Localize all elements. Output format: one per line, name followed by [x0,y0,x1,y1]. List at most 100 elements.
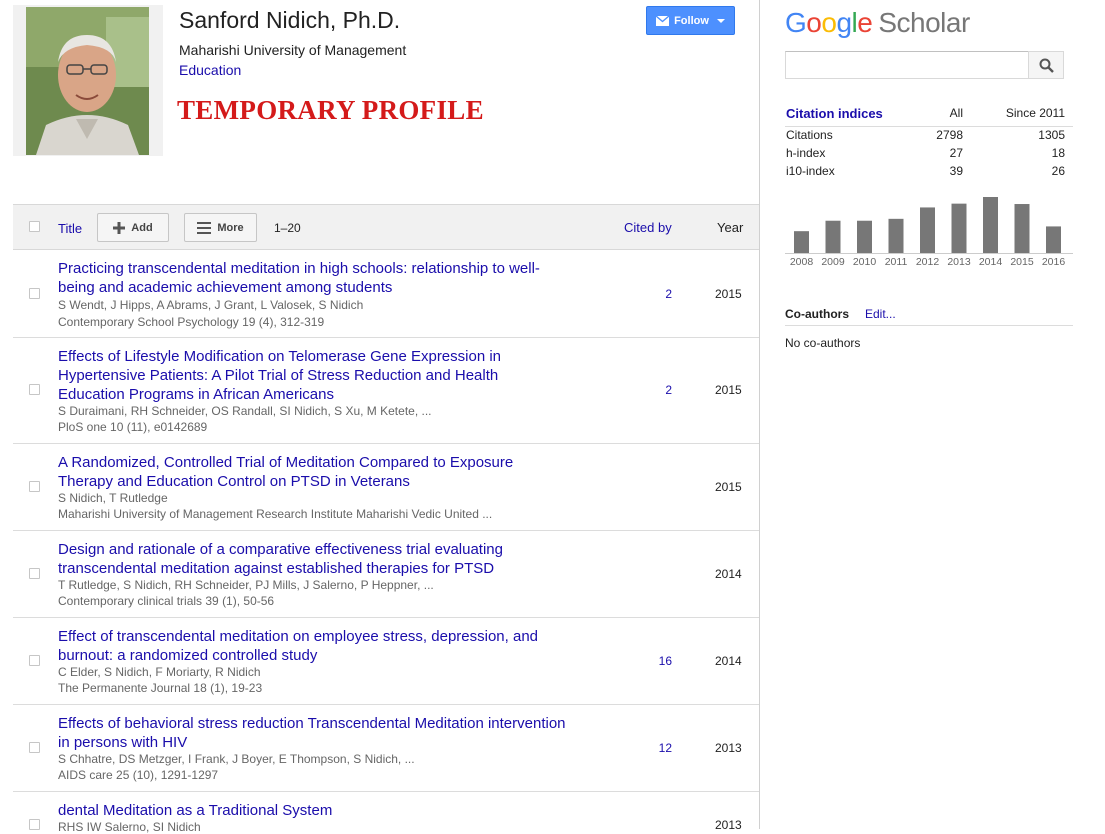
more-button[interactable]: More [184,213,257,242]
chart-bar-2015[interactable] [1014,204,1030,253]
chart-tick-label: 2016 [1042,256,1066,268]
row-checkbox[interactable] [29,655,40,666]
profile-name: Sanford Nidich, Ph.D. [179,7,401,33]
table-row: dental Meditation as a Traditional Syste… [13,792,759,834]
sort-by-year-link[interactable]: Year [717,220,743,235]
chart-bar-2013[interactable] [951,203,967,253]
logo-google: Google [785,7,873,38]
row-checkbox[interactable] [29,384,40,395]
chart-bar-2016[interactable] [1046,226,1061,253]
row-checkbox[interactable] [29,742,40,753]
table-row: Effect of transcendental meditation on e… [13,618,759,705]
follow-label: Follow [674,14,709,27]
article-authors: S Duraimani, RH Schneider, OS Randall, S… [58,404,432,418]
article-venue: Maharishi University of Management Resea… [58,507,493,521]
table-row: Design and rationale of a comparative ef… [13,531,759,618]
article-title-link[interactable]: Design and rationale of a comparative ef… [58,540,568,578]
article-cited-by-link[interactable]: 2 [665,383,672,397]
citation-since-value: 26 [1051,164,1065,178]
coauthors-empty-text: No co-authors [785,336,861,350]
chart-tick-label: 2011 [885,256,908,268]
articles-table-header: Title Add More 1–20 Cited by Year [13,204,759,250]
article-title-link[interactable]: Practicing transcendental meditation in … [58,259,568,297]
profile-affiliation: Maharishi University of Management [179,42,407,58]
search-button[interactable] [1028,51,1064,79]
article-venue: PloS one 10 (11), e0142689 [58,420,208,434]
article-title-link[interactable]: Effects of behavioral stress reduction T… [58,714,568,752]
chevron-down-icon [716,18,725,23]
column-divider [759,0,760,829]
article-cited-by-link[interactable]: 16 [659,654,672,668]
citation-all-value: 39 [949,164,963,178]
table-row: A Randomized, Controlled Trial of Medita… [13,444,759,531]
coauthors-edit-link[interactable]: Edit... [865,307,896,321]
logo-letters: Google [785,7,873,38]
article-authors: C Elder, S Nidich, F Moriarty, R Nidich [58,665,261,679]
row-checkbox[interactable] [29,819,40,830]
article-venue: Contemporary School Psychology 19 (4), 3… [58,315,325,329]
more-label: More [217,221,244,234]
logo-letter: G [785,7,807,38]
citation-all-value: 2798 [936,128,963,142]
citation-indices-title[interactable]: Citation indices [786,106,883,121]
article-cited-by-link[interactable]: 12 [659,741,672,755]
profile-field-link[interactable]: Education [179,62,241,78]
article-year: 2014 [715,654,742,668]
citation-all-value: 27 [949,146,963,160]
citation-label: h-index [786,146,826,160]
table-row: Effects of Lifestyle Modification on Tel… [13,338,759,444]
envelope-icon [656,15,670,26]
sort-by-title-link[interactable]: Title [58,221,82,236]
chart-tick-label: 2014 [979,256,1003,268]
citation-label: Citations [786,128,833,142]
article-authors: S Wendt, J Hipps, A Abrams, J Grant, L V… [58,298,364,312]
row-checkbox[interactable] [29,568,40,579]
citation-row-citations: Citations 2798 1305 [786,128,1065,142]
coauthors-header: Co-authors Edit... [785,305,1073,326]
table-row: Practicing transcendental meditation in … [13,250,759,338]
logo-letter: o [806,7,822,38]
menu-icon [197,221,212,234]
article-authors: S Nidich, T Rutledge [58,491,168,505]
article-year: 2013 [715,818,742,832]
chart-bar-2011[interactable] [888,218,904,253]
article-authors: RHS IW Salerno, SI Nidich [58,820,201,834]
logo-letter: o [821,7,837,38]
add-button[interactable]: Add [97,213,169,242]
article-title-link[interactable]: dental Meditation as a Traditional Syste… [58,801,568,820]
citation-label: i10-index [786,164,835,178]
google-scholar-logo[interactable]: Google Scholar [785,7,970,39]
chart-tick-label: 2009 [821,256,845,268]
logo-letter: e [857,7,873,38]
chart-bar-2009[interactable] [825,220,841,253]
chart-bar-2012[interactable] [920,207,935,253]
add-label: Add [131,221,153,234]
chart-bar-2010[interactable] [857,220,872,253]
chart-bar-2008[interactable] [794,231,809,253]
article-venue: AIDS care 25 (10), 1291-1297 [58,768,219,782]
citation-since-value: 1305 [1038,128,1065,142]
results-range: 1–20 [274,221,301,235]
article-title-link[interactable]: Effects of Lifestyle Modification on Tel… [58,347,568,404]
citation-row-i10-index: i10-index 39 26 [786,164,1065,178]
search-input[interactable] [785,51,1029,79]
chart-bar-2014[interactable] [983,197,998,253]
follow-button[interactable]: Follow [646,6,735,35]
coauthors-title: Co-authors [785,307,849,321]
chart-tick-label: 2015 [1010,256,1034,268]
article-title-link[interactable]: A Randomized, Controlled Trial of Medita… [58,453,568,491]
temporary-profile-banner: TEMPORARY PROFILE [177,95,484,125]
article-cited-by-link[interactable]: 2 [665,287,672,301]
row-checkbox[interactable] [29,288,40,299]
sort-by-cited-link[interactable]: Cited by [624,220,672,235]
profile-photo-image [26,7,149,155]
chart-tick-label: 2010 [853,256,877,268]
citation-indices-header: Citation indices All Since 2011 [785,105,1073,127]
row-checkbox[interactable] [29,481,40,492]
article-venue: The Permanente Journal 18 (1), 19-23 [58,681,263,695]
select-all-checkbox[interactable] [29,221,40,232]
citation-since-value: 18 [1051,146,1065,160]
profile-photo [13,5,163,156]
table-row: Effects of behavioral stress reduction T… [13,705,759,792]
article-title-link[interactable]: Effect of transcendental meditation on e… [58,627,568,665]
